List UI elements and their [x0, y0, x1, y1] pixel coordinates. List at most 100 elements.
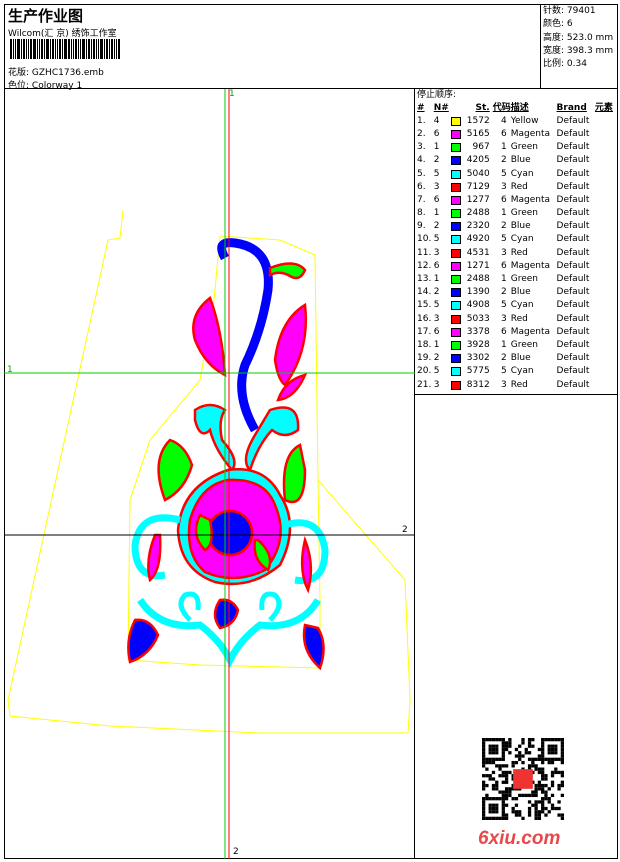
stop-row: 3. 1 967 1 Green Default	[417, 141, 616, 154]
element	[595, 352, 616, 365]
qr-code	[482, 738, 564, 820]
needle: 2	[433, 287, 440, 298]
brand: Default	[556, 326, 590, 337]
brand: Default	[556, 221, 590, 232]
code: 5	[500, 234, 507, 245]
stitch-count: 8312	[451, 378, 490, 391]
needle: 2	[433, 353, 440, 364]
color-swatch	[451, 275, 462, 285]
description: Cyan	[510, 234, 534, 245]
stop-row: 8. 1 2488 1 Green Default	[417, 207, 616, 220]
watermark: 6xiu.com	[478, 828, 561, 849]
crosshair-label: 2	[402, 525, 408, 535]
element	[595, 365, 616, 378]
stop-row: 12. 6 1271 6 Magenta Default	[417, 259, 616, 272]
brand: Default	[556, 260, 590, 271]
brand: Default	[556, 181, 590, 192]
stitch-count: 5040	[451, 167, 490, 180]
needle: 6	[433, 260, 440, 271]
code: 6	[500, 128, 507, 139]
element	[595, 272, 616, 285]
file-label: 花版:	[8, 68, 30, 78]
outline-yellow	[7, 209, 411, 734]
needle: 5	[433, 234, 440, 245]
col-needle: N#	[433, 102, 449, 113]
needle: 4	[433, 115, 440, 126]
element	[595, 154, 616, 167]
stitch-count: 4920	[451, 233, 490, 246]
element	[595, 114, 616, 127]
needle: 3	[433, 181, 440, 192]
element	[595, 167, 616, 180]
stop-index: 1.	[417, 115, 426, 126]
element	[595, 312, 616, 325]
color-swatch	[451, 354, 462, 364]
description: Cyan	[510, 168, 534, 179]
needle: 1	[433, 339, 440, 350]
code: 6	[500, 260, 507, 271]
stop-index: 14.	[417, 287, 432, 298]
description: Red	[510, 313, 528, 324]
info-stitches: 针数: 79401	[543, 6, 596, 16]
description: Red	[510, 181, 528, 192]
code: 5	[500, 300, 507, 311]
color-swatch	[451, 169, 462, 179]
element	[595, 180, 616, 193]
description: Magenta	[510, 128, 550, 139]
stop-row: 7. 6 1277 6 Magenta Default	[417, 193, 616, 206]
color-swatch	[451, 380, 462, 390]
col-stitches: St.	[475, 102, 490, 113]
stop-index: 21.	[417, 379, 432, 390]
stop-index: 20.	[417, 366, 432, 377]
color-swatch	[451, 182, 462, 192]
stitch-count: 2488	[451, 272, 490, 285]
stop-sequence-table: # N# St. 代码 描述 Brand 元素 1. 4 1572 4 Yell…	[417, 101, 616, 391]
color-swatch	[451, 116, 462, 126]
color-swatch	[451, 222, 462, 232]
description: Magenta	[510, 260, 550, 271]
needle: 1	[433, 142, 440, 153]
element	[595, 378, 616, 391]
embroidery-motif	[127, 238, 329, 671]
code: 3	[500, 313, 507, 324]
barcode	[10, 39, 132, 59]
crosshair-label: 1	[229, 89, 235, 99]
description: Green	[510, 339, 538, 350]
stitch-count: 1271	[451, 259, 490, 272]
code: 2	[500, 155, 507, 166]
stitch-count: 3378	[451, 325, 490, 338]
brand: Default	[556, 208, 590, 219]
element	[595, 233, 616, 246]
col-brand: Brand	[556, 102, 587, 113]
color-swatch	[451, 288, 462, 298]
brand: Default	[556, 128, 590, 139]
description: Green	[510, 208, 538, 219]
needle: 1	[433, 274, 440, 285]
needle: 5	[433, 168, 440, 179]
info-height: 高度: 523.0 mm	[543, 32, 614, 43]
stop-index: 2.	[417, 128, 426, 139]
design-file: 花版: GZHC1736.emb	[8, 65, 104, 78]
company-name: Wilcom(汇 京) 绣饰工作室	[8, 29, 117, 39]
brand: Default	[556, 155, 590, 166]
description: Red	[510, 247, 528, 258]
color-swatch	[451, 367, 462, 377]
element	[595, 127, 616, 140]
color-swatch	[451, 129, 462, 139]
stitch-count: 2320	[451, 220, 490, 233]
info-scale: 比例: 0.34	[543, 59, 587, 70]
needle: 2	[433, 221, 440, 232]
stop-sequence-panel: 停止顺序: # N# St. 代码 描述 Brand 元素 1. 4 1572 …	[415, 89, 618, 395]
stop-index: 12.	[417, 260, 432, 271]
file-value: GZHC1736.emb	[31, 68, 104, 78]
stop-index: 8.	[417, 208, 426, 219]
stitch-count: 4908	[451, 299, 490, 312]
stitch-count: 5775	[451, 365, 490, 378]
description: Blue	[510, 287, 531, 298]
element	[595, 286, 616, 299]
stitch-count: 5033	[451, 312, 490, 325]
stop-row: 21. 3 8312 3 Red Default	[417, 378, 616, 391]
code: 2	[500, 353, 507, 364]
stop-row: 18. 1 3928 1 Green Default	[417, 338, 616, 351]
stop-index: 5.	[417, 168, 426, 179]
